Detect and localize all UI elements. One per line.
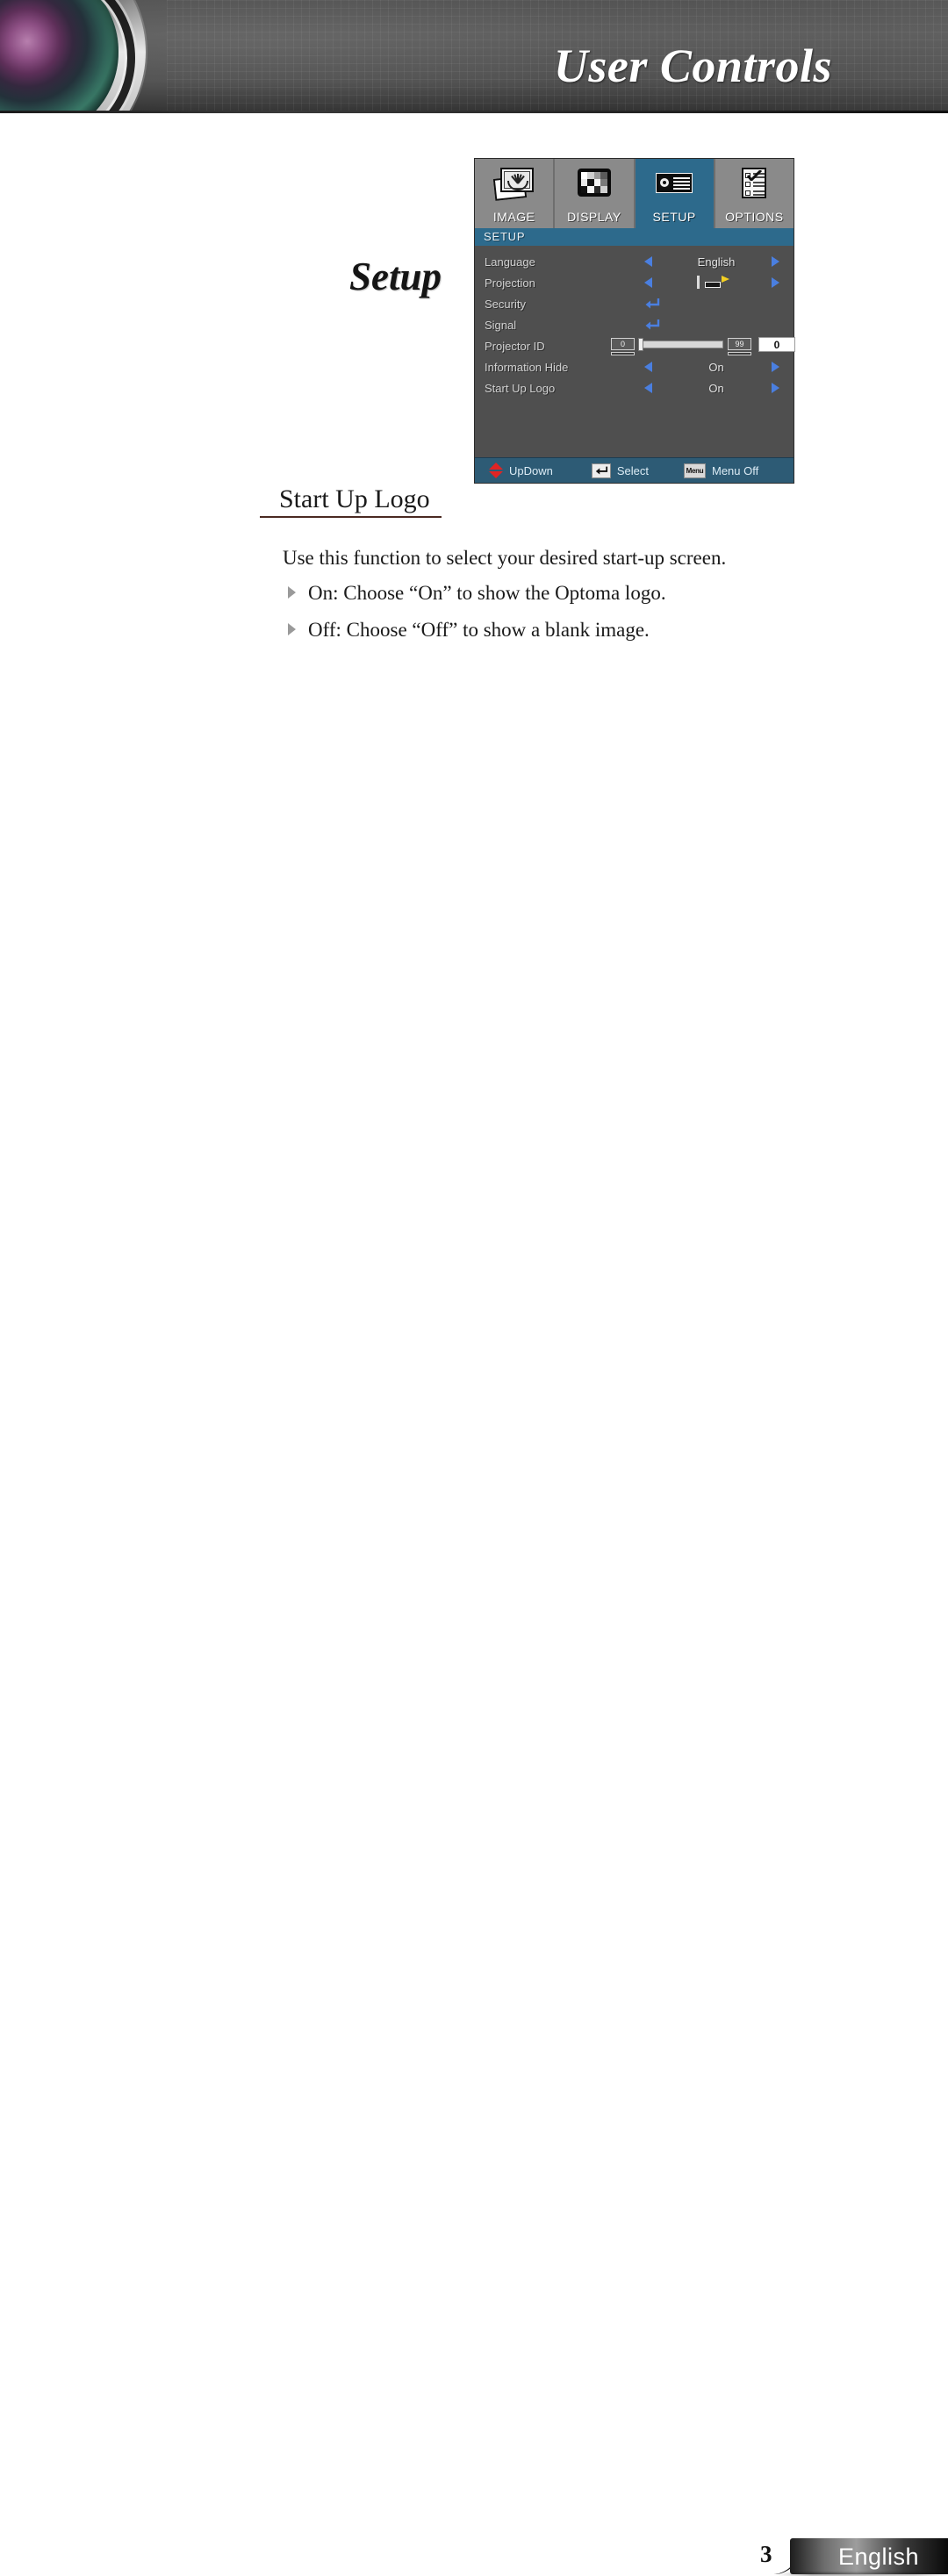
slider-track[interactable] [640, 341, 723, 348]
osd-row-security[interactable]: Security [475, 293, 794, 314]
section-heading-rule [260, 516, 442, 518]
osd-footer-select[interactable]: Select [553, 463, 649, 478]
osd-footer-menu-off-label: Menu Off [712, 463, 759, 477]
osd-row-start-up-logo-value: On [708, 381, 724, 395]
footer-banner-shadow [778, 2572, 948, 2576]
osd-tab-setup[interactable]: SETUP [635, 159, 715, 228]
up-down-arrow-icon [489, 463, 503, 478]
camera-lens-ring-icon [0, 0, 135, 112]
osd-row-projector-id[interactable]: Projector ID 0 99 0 [475, 335, 795, 356]
osd-tab-bar: IMAGE DISPLAY SETUP OPTIONS [475, 159, 794, 228]
osd-tab-display[interactable]: DISPLAY [555, 159, 636, 228]
list-item-text: On: Choose “On” to show the Optoma logo. [308, 582, 666, 604]
display-icon [574, 168, 614, 199]
slider-max-button[interactable]: 99 [728, 338, 751, 355]
osd-row-language[interactable]: Language English [475, 251, 794, 272]
osd-tab-options-label: OPTIONS [725, 210, 784, 224]
checkmark-icon [747, 170, 763, 181]
menu-key-icon: Menu [684, 463, 706, 478]
page-footer: 33 English [0, 1264, 948, 2576]
osd-row-information-hide-label: Information Hide [485, 360, 569, 374]
page-title: User Controls [553, 39, 832, 92]
left-arrow-icon[interactable] [644, 383, 652, 393]
osd-tab-image[interactable]: IMAGE [475, 159, 556, 228]
right-arrow-icon[interactable] [772, 362, 779, 372]
osd-footer-menu-off[interactable]: Menu Menu Off [649, 463, 758, 478]
osd-tab-display-label: DISPLAY [567, 210, 621, 224]
left-arrow-icon[interactable] [644, 362, 652, 372]
projector-icon [654, 168, 694, 199]
bullet-triangle-icon [288, 586, 296, 599]
osd-row-signal-label: Signal [485, 318, 517, 332]
enter-icon[interactable] [644, 298, 660, 310]
slider-handle[interactable] [638, 338, 643, 351]
page-header: User Controls [0, 0, 948, 112]
list-item: Off: Choose “Off” to show a blank image. [288, 612, 815, 648]
section-heading: Start Up Logo [279, 484, 430, 513]
osd-row-start-up-logo-label: Start Up Logo [485, 381, 556, 395]
enter-icon[interactable] [644, 319, 660, 331]
header-divider [0, 111, 948, 113]
image-icon [492, 168, 535, 201]
footer-language-label: English [838, 2544, 920, 2570]
osd-row-signal[interactable]: Signal [475, 314, 794, 335]
osd-row-information-hide-value: On [708, 360, 724, 374]
enter-key-icon [591, 463, 611, 478]
list-item: On: Choose “On” to show the Optoma logo. [288, 575, 815, 611]
osd-row-projection[interactable]: Projection [475, 272, 794, 293]
right-arrow-icon[interactable] [772, 383, 779, 393]
osd-row-start-up-logo[interactable]: Start Up Logo On [475, 377, 794, 398]
left-arrow-icon[interactable] [644, 277, 652, 288]
front-projection-icon [697, 276, 736, 290]
bullet-list: On: Choose “On” to show the Optoma logo.… [288, 575, 815, 649]
osd-row-projector-id-label: Projector ID [485, 339, 545, 353]
section-label: Setup [349, 255, 442, 298]
right-arrow-icon[interactable] [772, 277, 779, 288]
osd-row-information-hide[interactable]: Information Hide On [475, 356, 794, 377]
slider-min-button[interactable]: 0 [611, 338, 635, 355]
osd-tab-options[interactable]: OPTIONS [715, 159, 794, 228]
osd-tab-setup-label: SETUP [652, 210, 696, 224]
osd-footer-updown[interactable]: UpDown [475, 463, 553, 478]
list-item-text: Off: Choose “Off” to show a blank image. [308, 619, 650, 641]
right-arrow-icon[interactable] [772, 256, 779, 267]
checklist-icon [734, 168, 774, 199]
osd-row-security-label: Security [485, 297, 526, 311]
osd-row-language-value: English [697, 255, 736, 269]
section-paragraph: Use this function to select your desired… [283, 547, 727, 569]
projector-id-value[interactable]: 0 [758, 337, 795, 352]
left-arrow-icon[interactable] [644, 256, 652, 267]
osd-footer-updown-label: UpDown [509, 463, 553, 477]
osd-row-projection-label: Projection [485, 276, 535, 290]
osd-footer-select-label: Select [616, 463, 649, 477]
osd-menu-title: SETUP [475, 228, 794, 246]
osd-tab-image-label: IMAGE [492, 210, 535, 224]
bullet-triangle-icon [288, 623, 296, 635]
osd-footer-bar: UpDown Select Menu Menu Off [475, 457, 794, 483]
osd-row-language-label: Language [485, 255, 535, 269]
osd-row-list: Language English Projection Security Sig… [475, 246, 795, 398]
osd-menu-screenshot: IMAGE DISPLAY SETUP OPTIONS SETUP Langua… [474, 158, 795, 484]
section-heading-block: Start Up Logo [260, 484, 804, 518]
